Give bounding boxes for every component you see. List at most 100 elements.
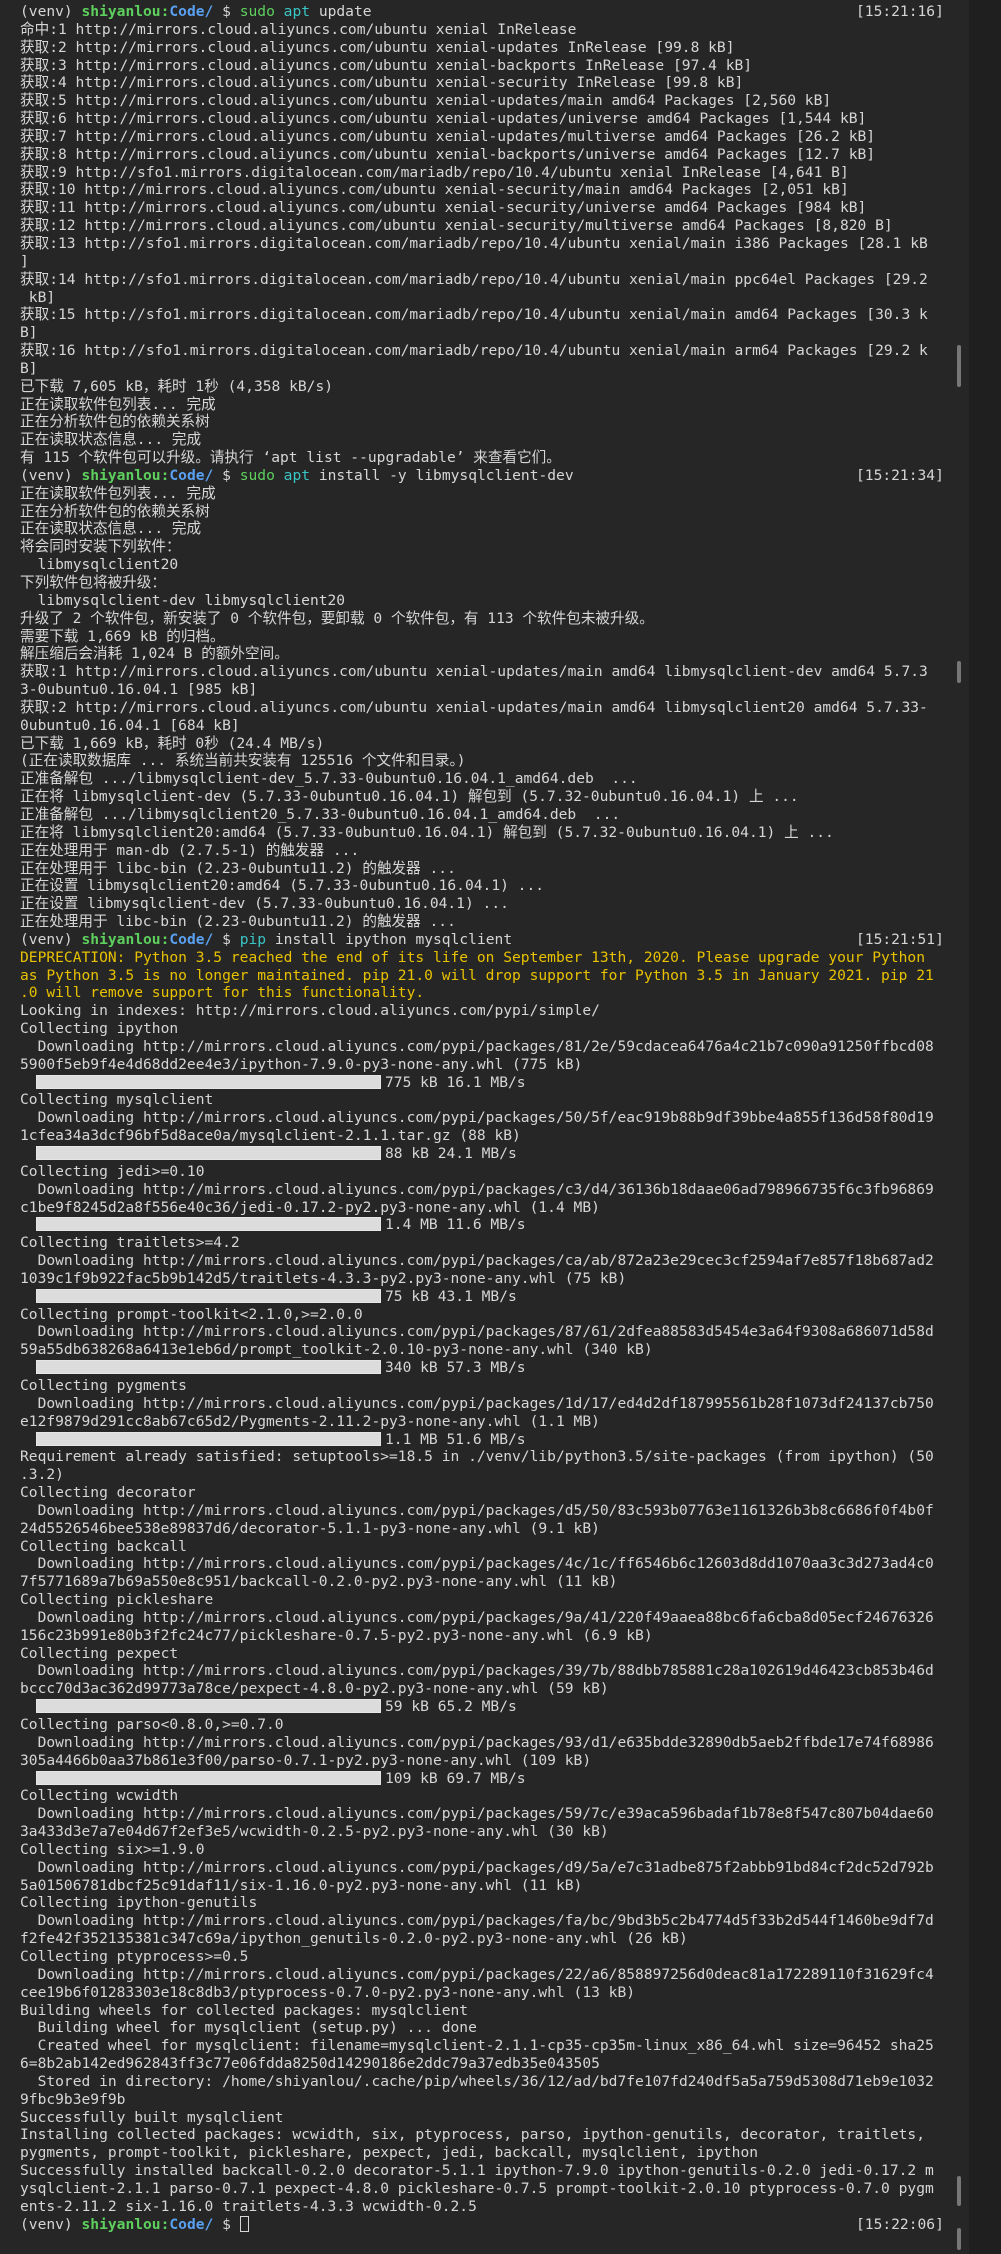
output-line: 5a01506781dbcf25c91daf11/six-1.16.0-py2.… [20, 1876, 583, 1894]
output-line: 已下载 7,605 kB，耗时 1秒 (4,358 kB/s) [20, 377, 334, 395]
output-line: B] [20, 324, 38, 342]
output-line: 正在设置 libmysqlclient20:amd64 (5.7.33-0ubu… [20, 877, 545, 895]
progress-line: 88 kB 24.1 MB/s [20, 1145, 960, 1163]
cursor-icon [239, 2215, 249, 2232]
output-line: Created wheel for mysqlclient: filename=… [20, 2037, 934, 2055]
output-line: 正在读取状态信息... 完成 [20, 431, 202, 449]
output-line: 0ubuntu0.16.04.1 [684 kB] [20, 716, 240, 734]
prompt-timestamp: [15:21:16] [856, 3, 944, 20]
output-line: Stored in directory: /home/shiyanlou/.ca… [20, 2072, 934, 2090]
output-line: 正准备解包 .../libmysqlclient-dev_5.7.33-0ubu… [20, 770, 638, 788]
prompt-symbol: $ [222, 466, 231, 484]
prompt-timestamp: [15:22:06] [856, 2215, 944, 2233]
output-line: e12f9879d291cc8ab67c65d2/Pygments-2.11.2… [20, 1412, 600, 1430]
progress-line: 775 kB 16.1 MB/s [20, 1074, 960, 1092]
output-line: Collecting pexpect [20, 1644, 179, 1662]
output-line: Downloading http://mirrors.cloud.aliyunc… [20, 1912, 934, 1930]
output-line: .3.2) [20, 1466, 64, 1484]
output-line: Downloading http://mirrors.cloud.aliyunc… [20, 1501, 934, 1519]
progress-text: 59 kB 65.2 MB/s [385, 1698, 517, 1716]
output-line: Collecting decorator [20, 1484, 196, 1502]
output-line: B] [20, 359, 38, 377]
output-line: 需要下载 1,669 kB 的归档。 [20, 627, 225, 645]
output-line: 有 115 个软件包可以升级。请执行 ‘apt list --upgradabl… [20, 449, 561, 467]
output-line: 59a55db638268a6413e1eb6d/prompt_toolkit-… [20, 1341, 653, 1359]
output-line: pygments, prompt-toolkit, pickleshare, p… [20, 2144, 759, 2162]
output-line: Collecting backcall [20, 1537, 187, 1555]
output-line: 获取:2 http://mirrors.cloud.aliyuncs.com/u… [20, 38, 735, 56]
output-line: 305a4466b0aa37b861e3f00/parso-0.7.1-py2.… [20, 1751, 592, 1769]
output-line: Downloading http://mirrors.cloud.aliyunc… [20, 1394, 934, 1412]
progress-bar [36, 1431, 381, 1446]
output-line: libmysqlclient20 [20, 556, 179, 574]
output-line: 9fbc9b3e9f9b [20, 2090, 126, 2108]
output-line: cee19b6f01283303e18c8db3/ptyprocess-0.7.… [20, 1983, 636, 2001]
output-line: Downloading http://mirrors.cloud.aliyunc… [20, 1555, 934, 1573]
prompt-path: Code/ [169, 466, 214, 484]
output-line: 获取:5 http://mirrors.cloud.aliyuncs.com/u… [20, 92, 832, 110]
command-program: sudo [239, 466, 275, 484]
output-line: 正准备解包 .../libmysqlclient20_5.7.33-0ubunt… [20, 805, 621, 823]
prompt-symbol: $ [222, 930, 231, 948]
venv-label: (venv) [20, 3, 73, 20]
progress-bar [36, 1146, 381, 1160]
progress-line: 340 kB 57.3 MB/s [20, 1359, 960, 1377]
output-line: Collecting ptyprocess>=0.5 [20, 1947, 249, 1965]
progress-bar [36, 1288, 381, 1303]
progress-line: 75 kB 43.1 MB/s [20, 1288, 960, 1306]
output-line: Collecting pygments [20, 1376, 187, 1394]
output-line: 7f5771689a7b69a550e8c951/backcall-0.2.0-… [20, 1573, 618, 1591]
scrollbar-mark [957, 365, 961, 387]
output-line: Successfully installed backcall-0.2.0 de… [20, 2162, 934, 2180]
command-arguments: install ipython mysqlclient [274, 930, 513, 948]
progress-line: 1.1 MB 51.6 MB/s [20, 1431, 960, 1449]
output-line: Collecting ipython-genutils [20, 1894, 258, 1912]
command-arguments: update [318, 3, 372, 20]
command-subprogram: apt [283, 3, 311, 20]
progress-text: 775 kB 16.1 MB/s [385, 1073, 526, 1091]
output-line: 获取:12 http://mirrors.cloud.aliyuncs.com/… [20, 217, 893, 235]
output-line: 1cfea34a3dcf96bf5d8ace0a/mysqlclient-2.1… [20, 1127, 521, 1145]
output-line: (正在读取数据库 ... 系统当前共安装有 125516 个文件和目录。) [20, 752, 466, 770]
prompt-path: Code/ [169, 930, 214, 948]
progress-bar [36, 1770, 381, 1785]
output-line: kB] [20, 288, 56, 306]
output-line: ] [20, 252, 29, 270]
output-line: f2fe42f352135381c347c69a/ipython_genutil… [20, 1930, 688, 1948]
output-line: 156c23b991e80b3f2fc24c77/pickleshare-0.7… [20, 1626, 653, 1644]
output-line: 3-0ubuntu0.16.04.1 [985 kB] [20, 681, 258, 699]
output-line: 解压缩后会消耗 1,024 B 的额外空间。 [20, 645, 289, 663]
scrollbar-mark [957, 661, 961, 683]
output-line: 获取:9 http://sfo1.mirrors.digitalocean.co… [20, 163, 849, 181]
output-line: 正在分析软件包的依赖关系树 [20, 413, 210, 431]
output-line: Downloading http://mirrors.cloud.aliyunc… [20, 1733, 934, 1751]
output-line: 获取:1 http://mirrors.cloud.aliyuncs.com/u… [20, 663, 928, 681]
progress-text: 340 kB 57.3 MB/s [385, 1359, 526, 1377]
output-line: 正在处理用于 libc-bin (2.23-0ubuntu11.2) 的触发器 … [20, 913, 456, 931]
output-line: 获取:8 http://mirrors.cloud.aliyuncs.com/u… [20, 145, 876, 163]
output-line: Downloading http://mirrors.cloud.aliyunc… [20, 1965, 934, 1983]
output-line: 5900f5eb9f4e4d68dd2ee4e3/ipython-7.9.0-p… [20, 1055, 583, 1073]
output-line: 正在读取软件包列表... 完成 [20, 484, 216, 502]
prompt-symbol: $ [222, 2215, 231, 2233]
output-line: c1be9f8245d2a8f556e40c36/jedi-0.17.2-py2… [20, 1198, 600, 1216]
progress-bar [36, 1699, 381, 1714]
scrollbar[interactable] [954, 0, 964, 2254]
output-line: bccc70d3ac362d99773a78ce/pexpect-4.8.0-p… [20, 1680, 609, 1698]
output-line: Collecting pickleshare [20, 1591, 214, 1609]
output-line: 获取:10 http://mirrors.cloud.aliyuncs.com/… [20, 181, 849, 199]
output-line: Collecting mysqlclient [20, 1091, 214, 1109]
output-line: 获取:11 http://mirrors.cloud.aliyuncs.com/… [20, 199, 867, 217]
output-line: 24d5526546bee538e89837d6/decorator-5.1.1… [20, 1519, 600, 1537]
prompt-path: Code/ [169, 3, 214, 20]
prompt-line: (venv) shiyanlou:Code/ $ pip install ipy… [20, 931, 960, 949]
output-line: Downloading http://mirrors.cloud.aliyunc… [20, 1109, 934, 1127]
progress-bar [36, 1074, 381, 1089]
output-line: 获取:15 http://sfo1.mirrors.digitalocean.c… [20, 306, 928, 324]
output-line: 6=8b2ab142ed962843ff3c77e06fdda8250d1429… [20, 2055, 600, 2073]
output-line: 获取:14 http://sfo1.mirrors.digitalocean.c… [20, 270, 928, 288]
output-line: 正在处理用于 man-db (2.7.5-1) 的触发器 ... [20, 841, 360, 859]
output-line: Downloading http://mirrors.cloud.aliyunc… [20, 1180, 934, 1198]
terminal-window[interactable]: (venv) shiyanlou:Code/ $ sudo apt update… [0, 0, 1001, 2254]
prompt-user: shiyanlou [81, 466, 161, 484]
